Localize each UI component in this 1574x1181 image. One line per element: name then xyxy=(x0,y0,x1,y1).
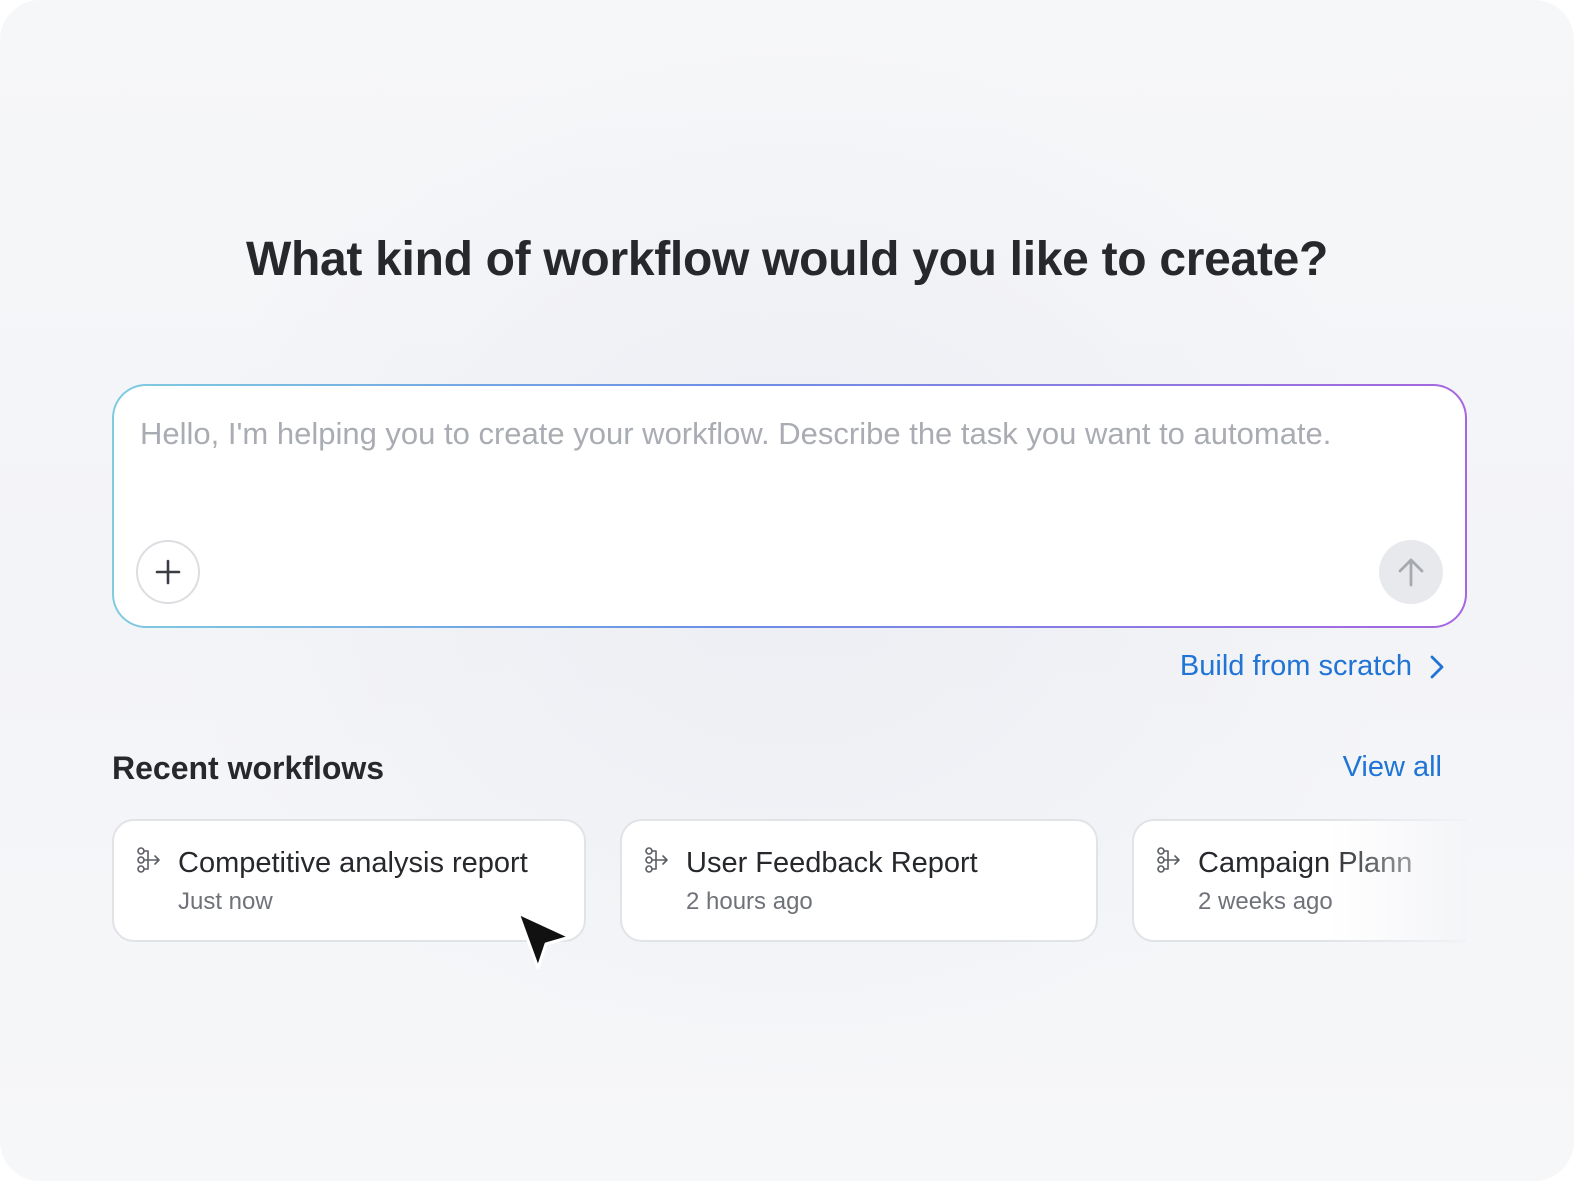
workflow-icon xyxy=(1157,847,1180,873)
page-title: What kind of workflow would you like to … xyxy=(246,233,1328,286)
workflow-card-title: Campaign Plann xyxy=(1198,847,1413,879)
mouse-cursor-icon xyxy=(516,911,572,970)
prompt-input[interactable] xyxy=(140,416,1430,506)
arrow-up-icon xyxy=(1398,558,1424,587)
chevron-right-icon xyxy=(1430,655,1444,678)
build-from-scratch-label: Build from scratch xyxy=(1179,650,1412,682)
plus-icon xyxy=(155,559,181,585)
workflow-card-time: 2 hours ago xyxy=(686,888,813,915)
workflow-icon xyxy=(645,847,668,873)
workflow-icon xyxy=(137,847,160,873)
workflow-card-time: 2 weeks ago xyxy=(1198,888,1333,915)
workflow-card-time: Just now xyxy=(178,888,273,915)
recent-workflows-list: Competitive analysis report Just now Use… xyxy=(112,819,1467,943)
prompt-box xyxy=(114,386,1465,626)
workflow-card[interactable]: User Feedback Report 2 hours ago xyxy=(620,819,1098,942)
page-canvas: What kind of workflow would you like to … xyxy=(0,0,1574,1181)
workflow-card-title: User Feedback Report xyxy=(686,847,978,879)
add-attachment-button[interactable] xyxy=(136,540,200,604)
workflow-card-title: Competitive analysis report xyxy=(178,847,528,879)
prompt-container xyxy=(112,384,1467,628)
recent-workflows-title: Recent workflows xyxy=(112,750,385,786)
build-from-scratch-link[interactable]: Build from scratch xyxy=(1180,650,1444,683)
workflow-card[interactable]: Campaign Plann 2 weeks ago xyxy=(1132,819,1467,942)
send-button[interactable] xyxy=(1379,540,1443,604)
view-all-link[interactable]: View all xyxy=(1343,751,1442,784)
